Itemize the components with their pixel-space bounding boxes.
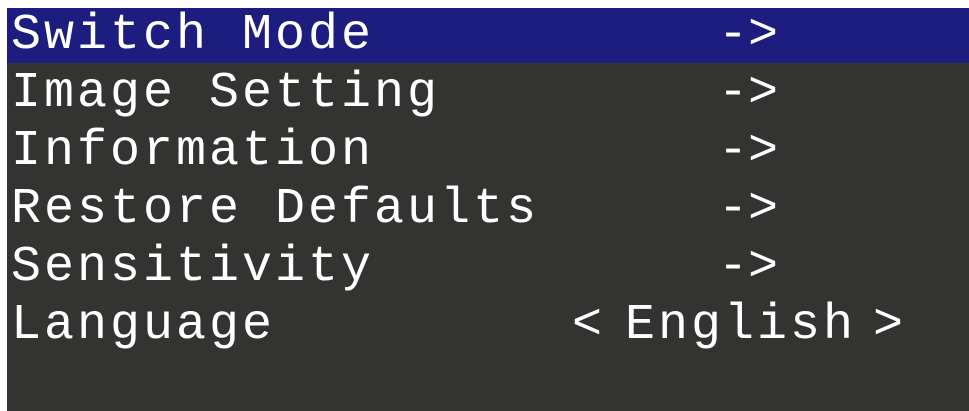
menu-item-label: Restore Defaults (11, 181, 540, 238)
menu-item-information[interactable]: Information -> (7, 124, 969, 179)
menu-item-restore-defaults[interactable]: Restore Defaults -> (7, 182, 969, 237)
menu-item-label: Switch Mode (11, 8, 375, 64)
menu-item-language[interactable]: Language < English > (7, 298, 969, 353)
submenu-arrow-icon: -> (718, 65, 779, 122)
menu-item-label: Information (11, 123, 375, 180)
language-prev-icon[interactable]: < (572, 298, 602, 353)
submenu-arrow-icon: -> (718, 8, 779, 64)
osd-menu: Switch Mode -> Image Setting -> Informat… (7, 8, 969, 411)
menu-item-label: Sensitivity (11, 239, 375, 296)
menu-item-label: Image Setting (11, 65, 441, 122)
menu-item-label: Language (11, 297, 276, 354)
submenu-arrow-icon: -> (718, 123, 779, 180)
language-next-icon[interactable]: > (873, 298, 903, 353)
menu-item-switch-mode[interactable]: Switch Mode -> (7, 8, 969, 63)
submenu-arrow-icon: -> (718, 181, 779, 238)
menu-item-image-setting[interactable]: Image Setting -> (7, 66, 969, 121)
menu-item-sensitivity[interactable]: Sensitivity -> (7, 240, 969, 295)
submenu-arrow-icon: -> (718, 239, 779, 296)
language-value: English (625, 297, 857, 354)
